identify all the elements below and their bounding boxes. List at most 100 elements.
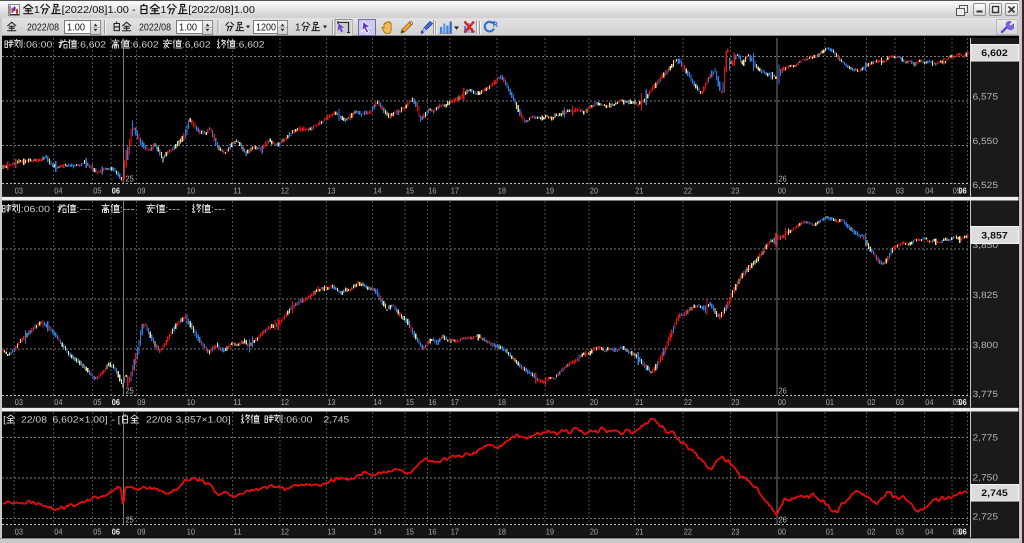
svg-text:11: 11: [233, 397, 241, 407]
svg-text:21: 21: [635, 185, 643, 195]
svg-text:03: 03: [15, 397, 23, 407]
svg-text:19: 19: [546, 397, 554, 407]
svg-text:2022/08: 2022/08: [27, 23, 59, 34]
svg-text:18: 18: [498, 526, 506, 536]
svg-text:03: 03: [896, 526, 904, 536]
svg-text:11: 11: [233, 526, 241, 536]
svg-text:04: 04: [925, 185, 933, 195]
svg-text:20: 20: [590, 185, 598, 195]
svg-text:20: 20: [590, 397, 598, 407]
svg-text:12: 12: [281, 185, 289, 195]
svg-text:13: 13: [327, 397, 335, 407]
svg-text:23: 23: [731, 185, 739, 195]
svg-text:21: 21: [635, 526, 643, 536]
svg-text:6,575: 6,575: [973, 92, 999, 102]
svg-text:03: 03: [896, 397, 904, 407]
svg-text::6,602: :6,602: [236, 40, 265, 50]
svg-text:05: 05: [93, 185, 101, 195]
svg-text:26: 26: [779, 386, 787, 396]
svg-text:06: 06: [112, 185, 120, 195]
svg-text:04: 04: [925, 397, 933, 407]
svg-text:17: 17: [451, 526, 459, 536]
svg-text:06: 06: [112, 526, 120, 536]
svg-text:06: 06: [112, 397, 120, 407]
svg-text:26: 26: [779, 515, 787, 525]
svg-text:17: 17: [451, 185, 459, 195]
svg-text:20: 20: [590, 526, 598, 536]
svg-text:06: 06: [959, 397, 967, 407]
svg-text:2,775: 2,775: [973, 433, 999, 443]
svg-text:01: 01: [826, 185, 834, 195]
svg-text:05: 05: [93, 526, 101, 536]
svg-text:15: 15: [406, 526, 414, 536]
svg-text::---: :---: [120, 204, 135, 214]
svg-text:12: 12: [281, 397, 289, 407]
svg-text::06:00: :06:00: [23, 40, 52, 50]
svg-text:14: 14: [373, 185, 381, 195]
svg-text:10: 10: [187, 185, 195, 195]
svg-text:16: 16: [428, 397, 436, 407]
svg-text:14: 14: [373, 397, 381, 407]
svg-text:3,775: 3,775: [973, 389, 999, 399]
svg-text:3,857: 3,857: [981, 230, 1008, 241]
svg-text:3,857×1.00]: 3,857×1.00]: [176, 415, 231, 425]
svg-text:06: 06: [959, 185, 967, 195]
svg-text::6,602: :6,602: [77, 40, 106, 50]
svg-text::---: :---: [211, 204, 226, 214]
svg-text:01: 01: [826, 397, 834, 407]
svg-text:04: 04: [54, 185, 62, 195]
svg-text:22: 22: [684, 397, 692, 407]
svg-text:1.00: 1.00: [179, 23, 197, 34]
svg-text:2,745: 2,745: [324, 415, 350, 425]
svg-text:02: 02: [867, 185, 875, 195]
svg-text::06:00: :06:00: [21, 204, 50, 214]
svg-text:1: 1: [34, 4, 40, 16]
svg-text::06:00: :06:00: [283, 415, 312, 425]
svg-text:10: 10: [187, 397, 195, 407]
svg-text:10: 10: [187, 526, 195, 536]
svg-text:11: 11: [233, 185, 241, 195]
svg-text:00: 00: [778, 526, 786, 536]
svg-text:04: 04: [54, 397, 62, 407]
svg-text:01: 01: [826, 526, 834, 536]
svg-text::6,602: :6,602: [130, 40, 159, 50]
svg-text:22/08: 22/08: [21, 415, 47, 425]
svg-text:1200: 1200: [256, 23, 276, 34]
svg-text:2,725: 2,725: [973, 511, 999, 521]
svg-text:2,750: 2,750: [973, 472, 999, 482]
svg-text:R: R: [493, 22, 498, 29]
svg-text:22: 22: [684, 526, 692, 536]
svg-text:02: 02: [867, 526, 875, 536]
svg-text:3,825: 3,825: [973, 290, 999, 300]
svg-text::---: :---: [165, 204, 180, 214]
svg-text:03: 03: [15, 526, 23, 536]
svg-text:15: 15: [406, 185, 414, 195]
svg-text:13: 13: [327, 185, 335, 195]
svg-text:25: 25: [126, 174, 134, 184]
svg-text:17: 17: [451, 397, 459, 407]
svg-text:16: 16: [428, 185, 436, 195]
svg-text:04: 04: [54, 526, 62, 536]
svg-text:6,602×1.00]: 6,602×1.00]: [53, 415, 108, 425]
svg-text:22: 22: [684, 185, 692, 195]
svg-text:[2022/08]1.00 -: [2022/08]1.00 -: [62, 4, 139, 16]
svg-text:1: 1: [295, 23, 301, 34]
svg-text:26: 26: [779, 174, 787, 184]
svg-text:25: 25: [126, 386, 134, 396]
svg-text:09: 09: [137, 185, 145, 195]
svg-text:06: 06: [959, 526, 967, 536]
svg-text:09: 09: [137, 397, 145, 407]
svg-text:6,525: 6,525: [973, 180, 999, 190]
svg-text::---: :---: [76, 204, 91, 214]
svg-text:12: 12: [281, 526, 289, 536]
svg-text:05: 05: [93, 397, 101, 407]
svg-text:19: 19: [546, 526, 554, 536]
svg-text:00: 00: [778, 185, 786, 195]
svg-text:25: 25: [126, 515, 134, 525]
svg-text:21: 21: [635, 397, 643, 407]
svg-text:-: -: [112, 415, 116, 425]
svg-text:2,745: 2,745: [981, 488, 1008, 499]
svg-text:23: 23: [731, 397, 739, 407]
svg-text:6,550: 6,550: [973, 136, 999, 146]
svg-text:02: 02: [867, 397, 875, 407]
